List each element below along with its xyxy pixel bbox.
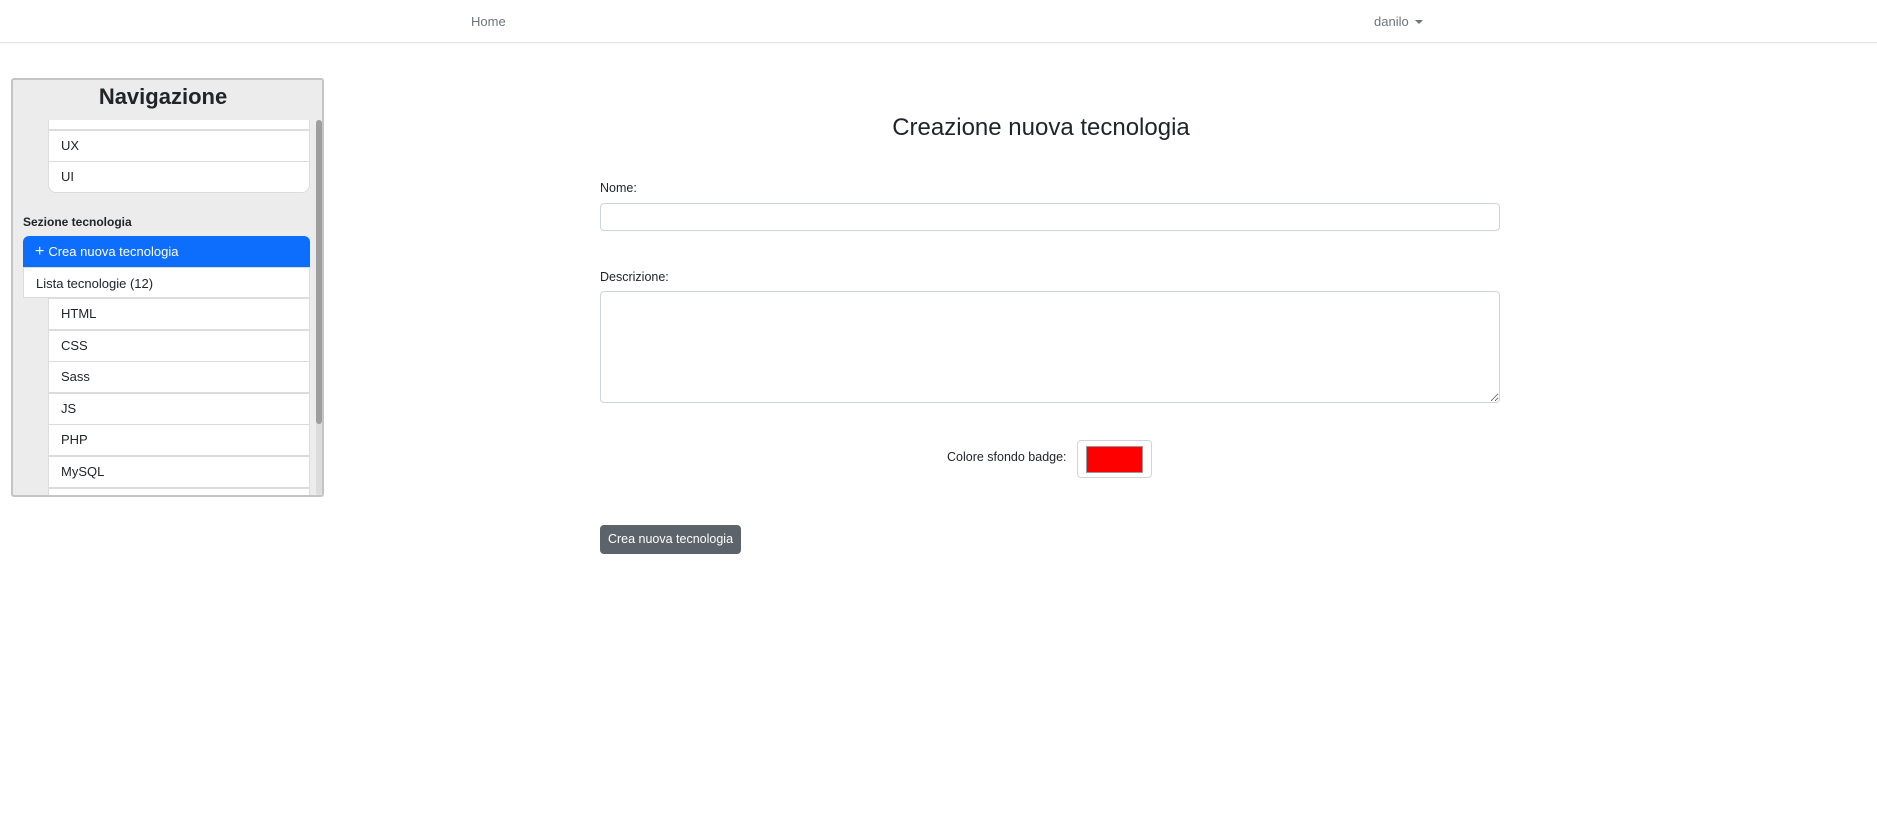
technology-list-link[interactable]: Lista tecnologie (12) (23, 267, 310, 298)
sidebar-tech-html[interactable]: HTML (48, 298, 310, 330)
create-technology-button[interactable]: Crea nuova tecnologia (600, 525, 741, 554)
name-input[interactable] (600, 203, 1500, 231)
color-label: Colore sfondo badge: (947, 450, 1067, 464)
description-textarea[interactable] (600, 291, 1500, 403)
create-technology-label: Crea nuova tecnologia (48, 244, 179, 259)
user-name: danilo (1374, 14, 1409, 29)
sidebar-subitem-ui[interactable]: UI (48, 161, 310, 193)
sidebar-scrollbar[interactable] (316, 120, 322, 495)
sidebar-title: Navigazione (98, 84, 228, 109)
top-navbar: Home danilo (0, 0, 1877, 43)
sidebar-scroll-area[interactable]: UX UI Sezione tecnologia + Crea nuova tec… (13, 120, 313, 495)
sidebar-subitem-ux[interactable]: UX (48, 130, 310, 162)
sidebar-tech-css[interactable]: CSS (48, 330, 310, 362)
caret-down-icon (1414, 19, 1423, 24)
sidebar-tech-js[interactable]: JS (48, 393, 310, 425)
plus-icon: + (35, 243, 45, 260)
nav-home-link[interactable]: Home (471, 14, 506, 29)
user-dropdown[interactable]: danilo (1374, 14, 1423, 29)
tech-section-label: Sezione tecnologia (23, 215, 132, 229)
sidebar-navigation: Navigazione UX UI Sezione tecnologia + Cr… (11, 78, 324, 497)
sidebar-subitem-hidden[interactable] (48, 120, 310, 130)
name-label: Nome: (600, 181, 637, 195)
page-title: Creazione nuova tecnologia (892, 114, 1190, 141)
sidebar-scrollbar-thumb[interactable] (316, 120, 322, 424)
badge-color-swatch (1086, 446, 1143, 473)
description-label: Descrizione: (600, 270, 669, 284)
sidebar-tech-next[interactable] (48, 488, 310, 495)
sidebar-tech-sass[interactable]: Sass (48, 361, 310, 393)
create-technology-link[interactable]: + Crea nuova tecnologia (23, 236, 310, 267)
sidebar-tech-php[interactable]: PHP (48, 424, 310, 456)
badge-color-picker[interactable] (1077, 440, 1152, 478)
sidebar-tech-mysql[interactable]: MySQL (48, 456, 310, 488)
